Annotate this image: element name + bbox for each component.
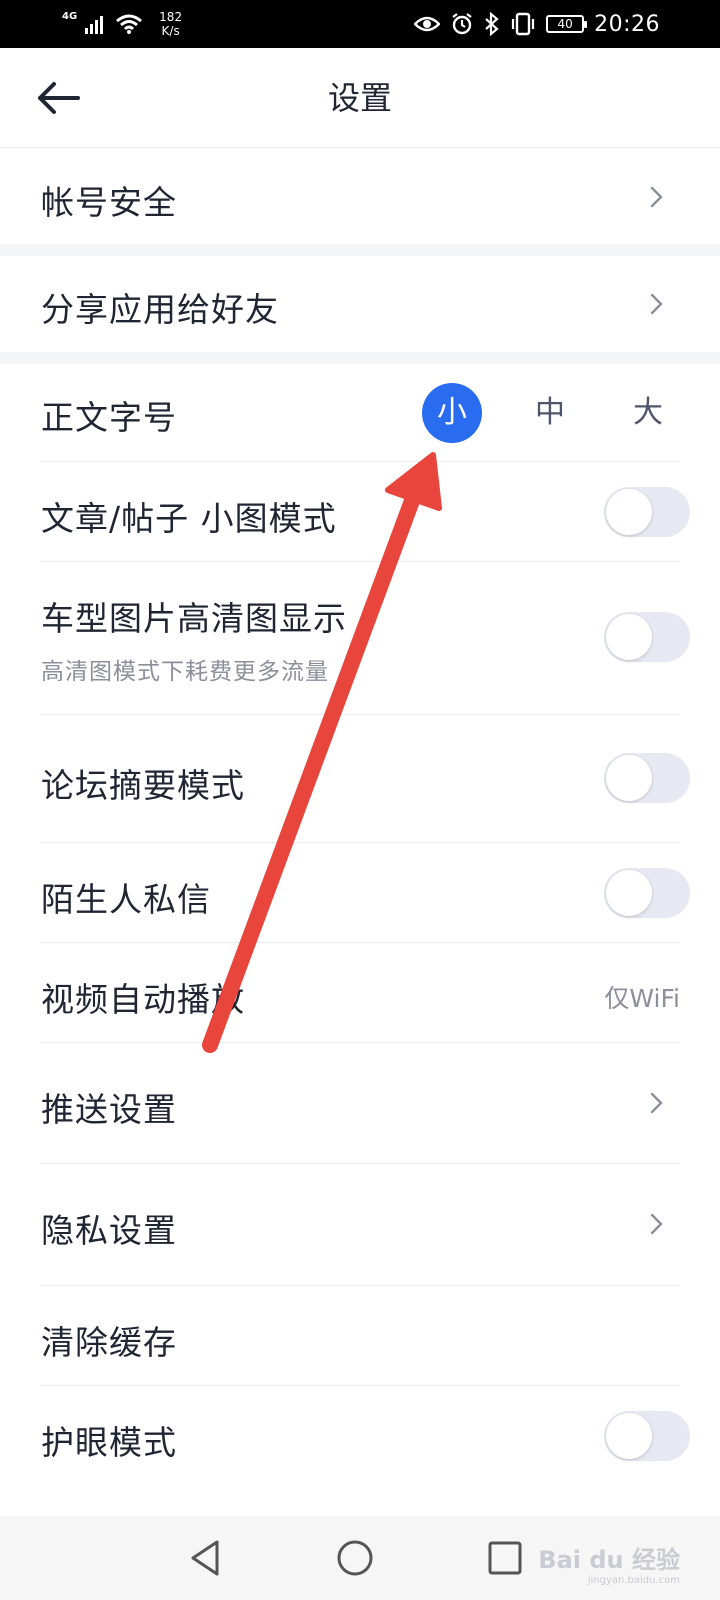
status-left: 4G 182 K/s xyxy=(62,8,182,40)
vibrate-icon xyxy=(511,12,535,36)
row-subtitle: 高清图模式下耗费更多流量 xyxy=(41,659,329,685)
font-size-large-option[interactable]: 大 xyxy=(618,383,678,443)
battery-indicator: 40 xyxy=(546,15,588,33)
signal-icon xyxy=(85,16,104,34)
font-size-medium-option[interactable]: 中 xyxy=(520,383,580,443)
row-label: 视频自动播放 xyxy=(41,980,245,1019)
row-label: 文章/帖子 小图模式 xyxy=(41,499,337,538)
settings-row-video-autoplay[interactable]: 视频自动播放 仅WiFi xyxy=(0,943,720,1043)
settings-row-stranger-msg: 陌生人私信 xyxy=(0,843,720,943)
section-gap xyxy=(0,352,720,364)
row-label: 护眼模式 xyxy=(41,1423,177,1462)
page-title: 设置 xyxy=(327,79,392,117)
row-label: 论坛摘要模式 xyxy=(41,766,245,805)
toggle-knob xyxy=(606,870,652,916)
chevron-right-icon xyxy=(650,1092,663,1114)
chevron-right-icon xyxy=(650,293,663,315)
bluetooth-icon xyxy=(485,12,499,36)
settings-row-clear-cache[interactable]: 清除缓存 xyxy=(0,1286,720,1386)
forum-summary-toggle[interactable] xyxy=(604,753,690,803)
stranger-msg-toggle[interactable] xyxy=(604,868,690,918)
clock: 20:26 xyxy=(594,11,660,37)
settings-row-share[interactable]: 分享应用给好友 xyxy=(0,256,720,352)
eye-care-toggle[interactable] xyxy=(604,1411,690,1461)
row-label: 分享应用给好友 xyxy=(41,290,279,329)
row-label: 陌生人私信 xyxy=(41,880,211,919)
app-header: 设置 xyxy=(0,48,720,148)
settings-row-font-size: 正文字号 小 中 大 xyxy=(0,364,720,462)
settings-row-hd-image: 车型图片高清图显示 高清图模式下耗费更多流量 xyxy=(0,562,720,715)
chevron-right-icon xyxy=(650,186,663,208)
toggle-knob xyxy=(606,489,652,535)
settings-row-privacy[interactable]: 隐私设置 xyxy=(0,1164,720,1286)
section-gap xyxy=(0,244,720,256)
row-label: 车型图片高清图显示 xyxy=(41,599,347,638)
wifi-icon xyxy=(116,14,143,34)
nav-back-icon[interactable] xyxy=(185,1538,225,1578)
network-type: 4G xyxy=(62,10,78,22)
watermark-domain: jingyan.baidu.com xyxy=(587,1575,680,1586)
video-autoplay-value: 仅WiFi xyxy=(604,984,680,1013)
row-label: 隐私设置 xyxy=(41,1211,177,1250)
toggle-knob xyxy=(606,614,652,660)
settings-row-push[interactable]: 推送设置 xyxy=(0,1043,720,1164)
toggle-knob xyxy=(606,1413,652,1459)
watermark-brand: Bai du 经验 xyxy=(538,1546,680,1574)
font-size-small-option[interactable]: 小 xyxy=(422,383,482,443)
system-nav-bar: Bai du 经验 jingyan.baidu.com xyxy=(0,1516,720,1600)
hd-image-toggle[interactable] xyxy=(604,612,690,662)
baidu-jingyan-watermark: Bai du 经验 jingyan.baidu.com xyxy=(538,1540,680,1586)
row-label: 帐号安全 xyxy=(41,183,177,222)
row-label: 推送设置 xyxy=(41,1090,177,1129)
settings-row-account[interactable]: 帐号安全 xyxy=(0,149,720,244)
settings-row-small-image: 文章/帖子 小图模式 xyxy=(0,462,720,562)
status-right: 40 20:26 xyxy=(414,8,660,40)
alarm-icon xyxy=(452,13,472,35)
settings-row-forum-summary: 论坛摘要模式 xyxy=(0,715,720,843)
network-speed: 182 K/s xyxy=(159,10,182,38)
speed-value: 182 xyxy=(159,10,183,24)
settings-row-eye-care: 护眼模式 xyxy=(0,1386,720,1486)
eye-icon xyxy=(414,16,441,32)
nav-home-icon[interactable] xyxy=(335,1538,375,1578)
small-image-toggle[interactable] xyxy=(604,487,690,537)
status-bar: 4G 182 K/s 40 20:26 xyxy=(0,0,720,48)
toggle-knob xyxy=(606,755,652,801)
speed-unit: K/s xyxy=(161,24,180,38)
chevron-right-icon xyxy=(650,1213,663,1235)
row-label: 正文字号 xyxy=(41,398,177,437)
nav-recents-icon[interactable] xyxy=(485,1538,525,1578)
row-label: 清除缓存 xyxy=(41,1323,177,1362)
